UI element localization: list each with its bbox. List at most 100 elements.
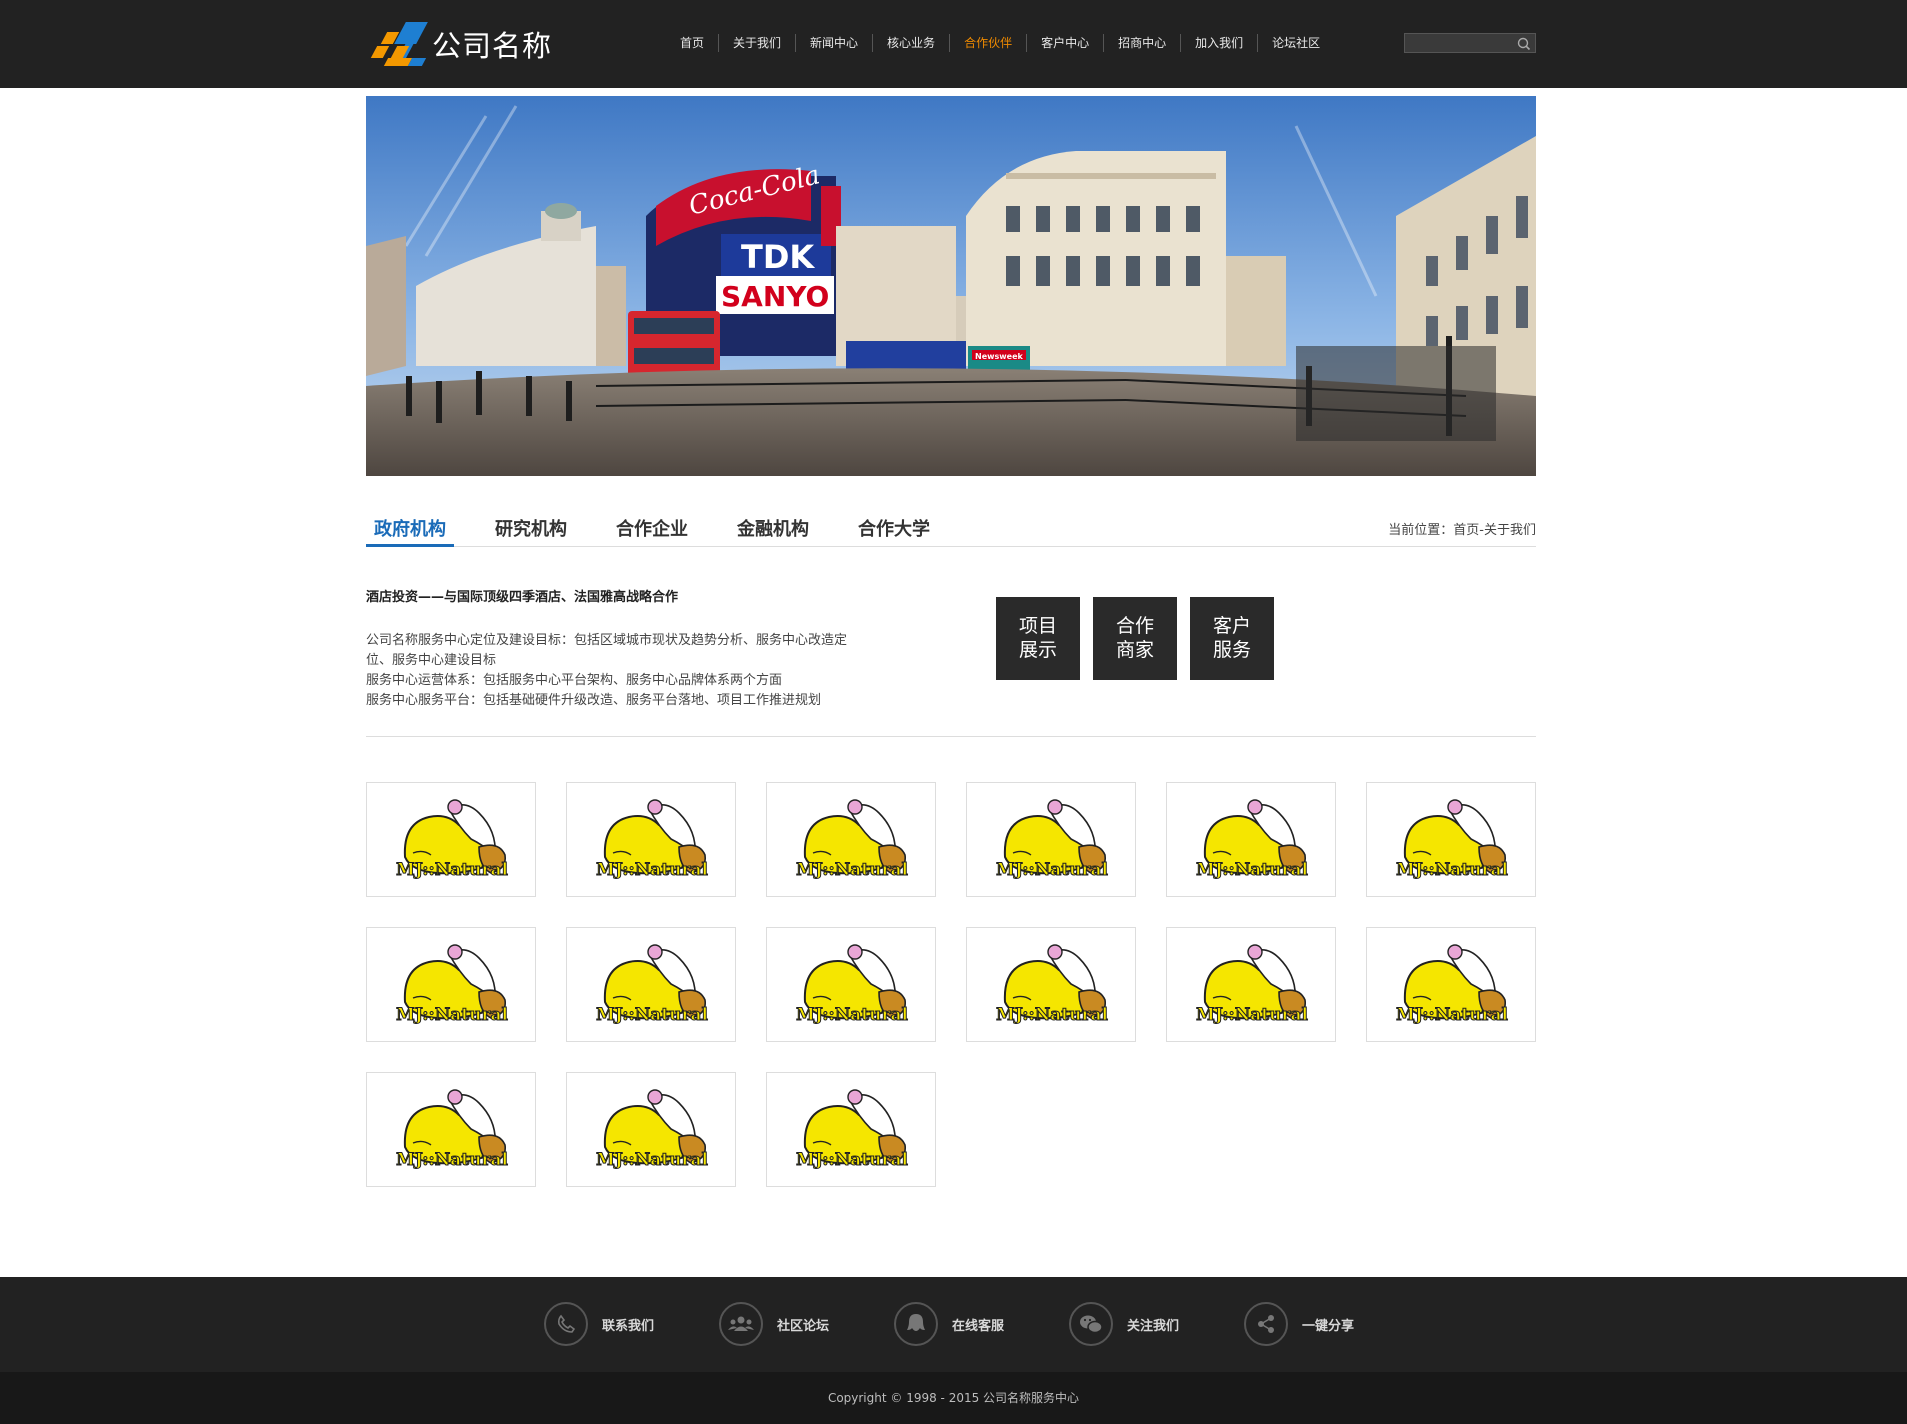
quick-link-label: 服务 — [1212, 639, 1251, 661]
main-nav: 首页 关于我们 新闻中心 核心业务 合作伙伴 客户中心 招商中心 加入我们 论坛… — [666, 26, 1334, 60]
partner-logo-image: MJ::Natural — [1396, 799, 1509, 881]
partner-logo-item[interactable]: MJ::Natural — [1166, 782, 1336, 897]
partner-logo-image: MJ::Natural — [796, 944, 909, 1026]
partner-logo-item[interactable]: MJ::Natural — [1366, 782, 1536, 897]
partner-logo-text: MJ::Natural — [596, 860, 708, 880]
quick-link-label: 商家 — [1115, 639, 1154, 661]
category-tabs: 政府机构 研究机构 合作企业 金融机构 合作大学 当前位置：首页-关于我们 — [366, 509, 1536, 547]
intro-line: 公司名称服务中心定位及建设目标：包括区域城市现状及趋势分析、服务中心改造定 — [366, 633, 848, 648]
site-footer: 联系我们 社区论坛 在线客服 关注我们 一键分享 — [0, 1277, 1907, 1372]
partner-logo-text: MJ::Natural — [1196, 860, 1308, 880]
partner-logo-text: MJ::Natural — [596, 1005, 708, 1025]
partner-logo-text: MJ::Natural — [796, 860, 908, 880]
tab-research[interactable]: 研究机构 — [487, 509, 575, 547]
footer-link-support[interactable]: 在线客服 — [894, 1301, 1004, 1347]
partner-logo-item[interactable]: MJ::Natural — [966, 927, 1136, 1042]
footer-label: 社区论坛 — [777, 1318, 830, 1334]
nav-item-news[interactable]: 新闻中心 — [796, 34, 874, 52]
nav-item-customers[interactable]: 客户中心 — [1027, 34, 1105, 52]
footer-label: 在线客服 — [952, 1318, 1005, 1334]
nav-item-home[interactable]: 首页 — [666, 34, 720, 52]
partner-logo-item[interactable]: MJ::Natural — [1366, 927, 1536, 1042]
quick-link-projects[interactable]: 项目 展示 — [996, 597, 1080, 680]
site-logo[interactable]: 公司名称 — [366, 20, 566, 68]
search-icon[interactable] — [1516, 36, 1532, 51]
partner-logo-image: MJ::Natural — [596, 1089, 709, 1171]
partner-logo-item[interactable]: MJ::Natural — [566, 927, 736, 1042]
partner-logo-item[interactable]: MJ::Natural — [766, 1072, 936, 1187]
partner-logo-image: MJ::Natural — [596, 799, 709, 881]
footer-link-follow[interactable]: 关注我们 — [1069, 1301, 1179, 1347]
footer-label: 联系我们 — [602, 1318, 655, 1334]
quick-link-service[interactable]: 客户 服务 — [1190, 597, 1274, 680]
partner-logo-text: MJ::Natural — [596, 1150, 708, 1170]
tab-university[interactable]: 合作大学 — [850, 509, 938, 547]
partner-logo-text: MJ::Natural — [396, 860, 508, 880]
nav-item-investment[interactable]: 招商中心 — [1104, 34, 1182, 52]
intro-section: 酒店投资——与国际顶级四季酒店、法国雅高战略合作 公司名称服务中心定位及建设目标… — [366, 586, 906, 711]
nav-item-business[interactable]: 核心业务 — [873, 34, 951, 52]
logo-text: 公司名称 — [432, 29, 553, 63]
nav-item-join[interactable]: 加入我们 — [1181, 34, 1259, 52]
footer-link-forum[interactable]: 社区论坛 — [719, 1301, 829, 1347]
footer-link-contact[interactable]: 联系我们 — [544, 1301, 654, 1347]
footer-link-share[interactable]: 一键分享 — [1244, 1301, 1354, 1347]
intro-line: 服务中心服务平台：包括基础硬件升级改造、服务平台落地、项目工作推进规划 — [366, 693, 822, 708]
banner-sign-tdk: TDK — [741, 238, 815, 276]
support-icon — [894, 1302, 938, 1346]
partner-logo-item[interactable]: MJ::Natural — [366, 782, 536, 897]
wechat-icon — [1069, 1302, 1113, 1346]
partner-logo-item[interactable]: MJ::Natural — [966, 782, 1136, 897]
community-icon — [719, 1302, 763, 1346]
share-icon — [1244, 1302, 1288, 1346]
footer-label: 关注我们 — [1127, 1318, 1180, 1334]
hero-banner: Coca-Cola TDK SANYO Newsweek — [366, 96, 1536, 476]
quick-link-label: 合作 — [1115, 615, 1154, 637]
partner-logo-item[interactable]: MJ::Natural — [1166, 927, 1336, 1042]
copyright-text: Copyright © 1998 - 2015 公司名称服务中心 — [827, 1391, 1080, 1405]
partner-logo-image: MJ::Natural — [996, 799, 1109, 881]
partner-logo-image: MJ::Natural — [796, 799, 909, 881]
partner-logo-text: MJ::Natural — [1396, 1005, 1508, 1025]
partner-logo-item[interactable]: MJ::Natural — [566, 1072, 736, 1187]
partner-logo-image: MJ::Natural — [396, 1089, 509, 1171]
nav-item-partners[interactable]: 合作伙伴 — [950, 34, 1028, 52]
search-box — [1404, 33, 1536, 55]
partner-logo-text: MJ::Natural — [796, 1005, 908, 1025]
banner-photo: Coca-Cola TDK SANYO Newsweek — [366, 96, 1536, 476]
partner-logo-text: MJ::Natural — [1196, 1005, 1308, 1025]
intro-title: 酒店投资——与国际顶级四季酒店、法国雅高战略合作 — [366, 590, 679, 605]
banner-sign-sanyo: SANYO — [721, 280, 829, 313]
intro-line: 位、服务中心建设目标 — [366, 653, 497, 668]
tab-government[interactable]: 政府机构 — [366, 509, 454, 547]
partner-logo-item[interactable]: MJ::Natural — [566, 782, 736, 897]
logo-mark-icon — [366, 20, 428, 68]
partner-logo-item[interactable]: MJ::Natural — [766, 927, 936, 1042]
copyright-bar: Copyright © 1998 - 2015 公司名称服务中心 — [0, 1372, 1907, 1424]
tab-enterprise[interactable]: 合作企业 — [608, 509, 696, 547]
nav-item-about[interactable]: 关于我们 — [719, 34, 797, 52]
partner-logo-text: MJ::Natural — [396, 1150, 508, 1170]
nav-item-forum[interactable]: 论坛社区 — [1258, 34, 1334, 52]
partner-logo-image: MJ::Natural — [596, 944, 709, 1026]
partner-logo-item[interactable]: MJ::Natural — [366, 1072, 536, 1187]
partner-logo-item[interactable]: MJ::Natural — [366, 927, 536, 1042]
breadcrumb: 当前位置：首页-关于我们 — [1388, 523, 1536, 538]
partner-logo-text: MJ::Natural — [996, 1005, 1108, 1025]
partner-logo-image: MJ::Natural — [996, 944, 1109, 1026]
quick-link-label: 客户 — [1212, 615, 1251, 637]
partner-logo-text: MJ::Natural — [996, 860, 1108, 880]
section-divider — [366, 736, 1536, 737]
search-input[interactable] — [1405, 36, 1513, 55]
quick-link-merchants[interactable]: 合作 商家 — [1093, 597, 1177, 680]
partner-logo-image: MJ::Natural — [796, 1089, 909, 1171]
partner-logo-image: MJ::Natural — [396, 799, 509, 881]
intro-line: 服务中心运营体系：包括服务中心平台架构、服务中心品牌体系两个方面 — [366, 673, 783, 688]
partner-logo-text: MJ::Natural — [1396, 860, 1508, 880]
tab-finance[interactable]: 金融机构 — [729, 509, 817, 547]
footer-label: 一键分享 — [1302, 1318, 1355, 1334]
partner-logo-text: MJ::Natural — [796, 1150, 908, 1170]
partner-logo-item[interactable]: MJ::Natural — [766, 782, 936, 897]
banner-sign-kiosk: Newsweek — [975, 352, 1024, 361]
phone-icon — [544, 1302, 588, 1346]
